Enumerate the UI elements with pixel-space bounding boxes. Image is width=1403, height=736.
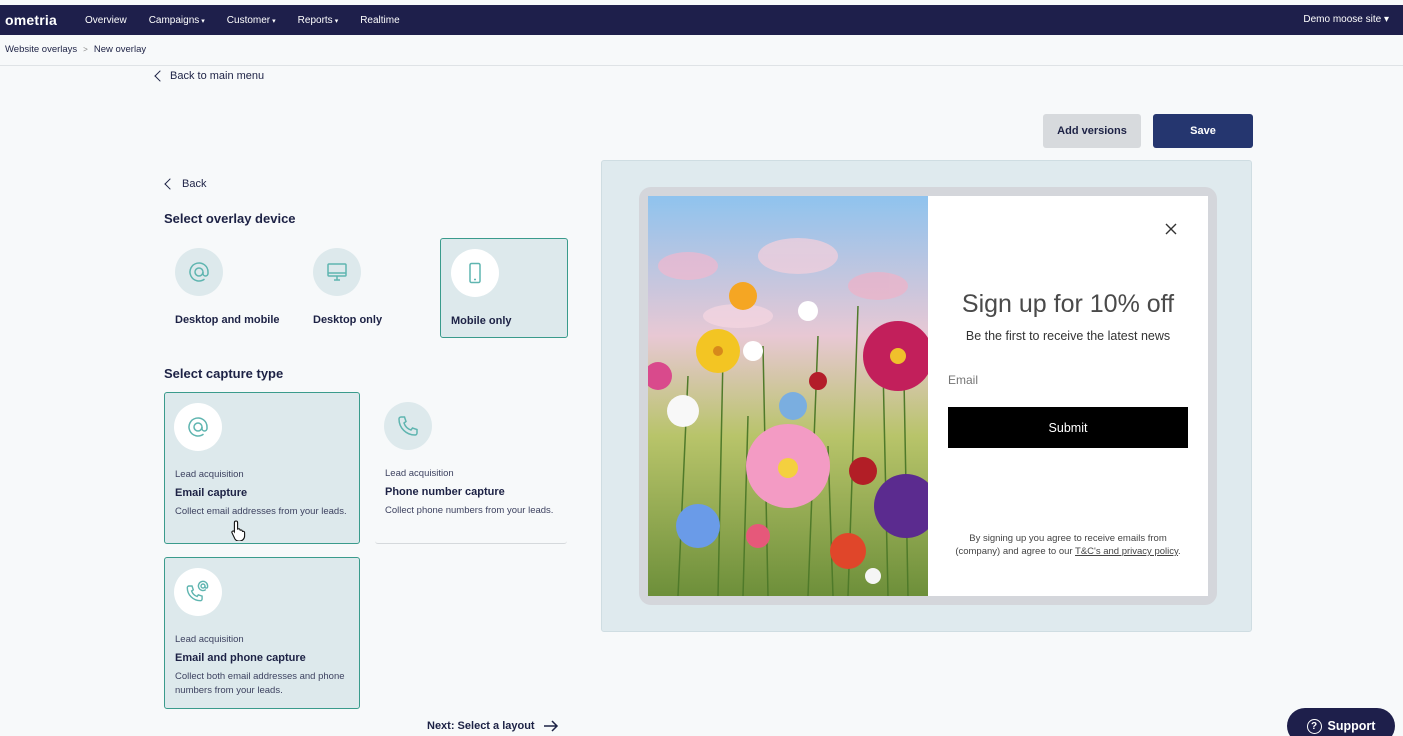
capture-kicker: Lead acquisition: [385, 468, 454, 479]
at-icon: [175, 248, 223, 296]
back-to-main-menu-link[interactable]: Back to main menu: [154, 70, 264, 82]
logo[interactable]: ometria: [5, 12, 85, 28]
flower-field-image: [648, 196, 928, 596]
capture-option-email[interactable]: Lead acquisition Email capture Collect e…: [164, 392, 360, 544]
top-nav: ometria Overview Campaigns ▾ Customer ▾ Re…: [0, 5, 1403, 35]
site-switcher[interactable]: Demo moose site ▾: [1303, 14, 1389, 25]
capture-title: Email and phone capture: [175, 652, 306, 664]
capture-title: Email capture: [175, 487, 248, 499]
device-option-desktop-and-mobile[interactable]: Desktop and mobile: [165, 238, 293, 338]
caret-down-icon: ▾: [272, 17, 276, 25]
popup-subtitle: Be the first to receive the latest news: [965, 329, 1171, 343]
support-button[interactable]: ? Support: [1287, 708, 1395, 736]
capture-option-phone[interactable]: Lead acquisition Phone number capture Co…: [375, 392, 567, 544]
caret-down-icon: ▾: [334, 17, 339, 25]
device-option-mobile-only[interactable]: Mobile only: [440, 238, 568, 338]
capture-description: Collect email addresses from your leads.: [175, 506, 347, 517]
capture-description: Collect both email addresses and phone n…: [175, 671, 345, 696]
monitor-icon: [313, 248, 361, 296]
capture-section-title: Select capture type: [164, 366, 284, 381]
capture-title: Phone number capture: [385, 486, 505, 498]
overlay-popup: Sign up for 10% off Be the first to rece…: [648, 196, 1208, 596]
phone-at-icon: [174, 568, 222, 616]
preview-frame: Sign up for 10% off Be the first to rece…: [639, 187, 1217, 605]
arrow-right-icon: [543, 720, 558, 732]
chevron-left-icon: [154, 70, 166, 82]
breadcrumb: Website overlays > New overlay: [5, 44, 146, 55]
capture-option-email-and-phone[interactable]: Lead acquisition Email and phone capture…: [164, 557, 360, 709]
device-option-desktop-only[interactable]: Desktop only: [303, 238, 431, 338]
caret-down-icon: ▾: [201, 17, 205, 25]
caret-down-icon: ▾: [1381, 14, 1389, 25]
popup-title: Sign up for 10% off: [961, 290, 1175, 318]
breadcrumb-new-overlay: New overlay: [93, 44, 147, 55]
phone-icon: [451, 249, 499, 297]
close-icon[interactable]: [1164, 222, 1178, 236]
popup-email-input[interactable]: [948, 368, 1188, 392]
phone-call-icon: [384, 402, 432, 450]
breadcrumb-separator-icon: >: [83, 45, 88, 54]
capture-kicker: Lead acquisition: [175, 634, 244, 645]
popup-terms: By signing up you agree to receive email…: [955, 533, 1181, 557]
overlay-preview-panel: Sign up for 10% off Be the first to rece…: [601, 160, 1252, 632]
popup-submit-button[interactable]: Submit: [948, 407, 1188, 448]
device-label: Desktop only: [313, 314, 383, 326]
at-icon: [174, 403, 222, 451]
divider: [0, 65, 1403, 66]
nav-customer[interactable]: Customer ▾: [227, 15, 276, 26]
back-link[interactable]: Back: [164, 178, 206, 190]
add-versions-button[interactable]: Add versions: [1043, 114, 1141, 148]
device-section-title: Select overlay device: [164, 211, 296, 226]
device-label: Mobile only: [451, 315, 512, 327]
nav-realtime[interactable]: Realtime: [360, 15, 399, 26]
save-button[interactable]: Save: [1153, 114, 1253, 148]
chevron-left-icon: [164, 178, 176, 190]
nav-overview[interactable]: Overview: [85, 15, 127, 26]
nav-reports[interactable]: Reports ▾: [298, 15, 339, 26]
device-label: Desktop and mobile: [175, 314, 280, 326]
capture-description: Collect phone numbers from your leads.: [385, 505, 554, 516]
capture-kicker: Lead acquisition: [175, 469, 244, 480]
next-select-layout-button[interactable]: Next: Select a layout: [427, 720, 559, 732]
terms-link[interactable]: T&C's and privacy policy: [1075, 546, 1178, 557]
popup-form: Sign up for 10% off Be the first to rece…: [928, 196, 1208, 596]
hand-cursor-icon: [231, 520, 246, 541]
breadcrumb-website-overlays[interactable]: Website overlays: [5, 44, 77, 55]
help-icon: ?: [1306, 718, 1322, 734]
nav-campaigns[interactable]: Campaigns ▾: [149, 15, 205, 26]
